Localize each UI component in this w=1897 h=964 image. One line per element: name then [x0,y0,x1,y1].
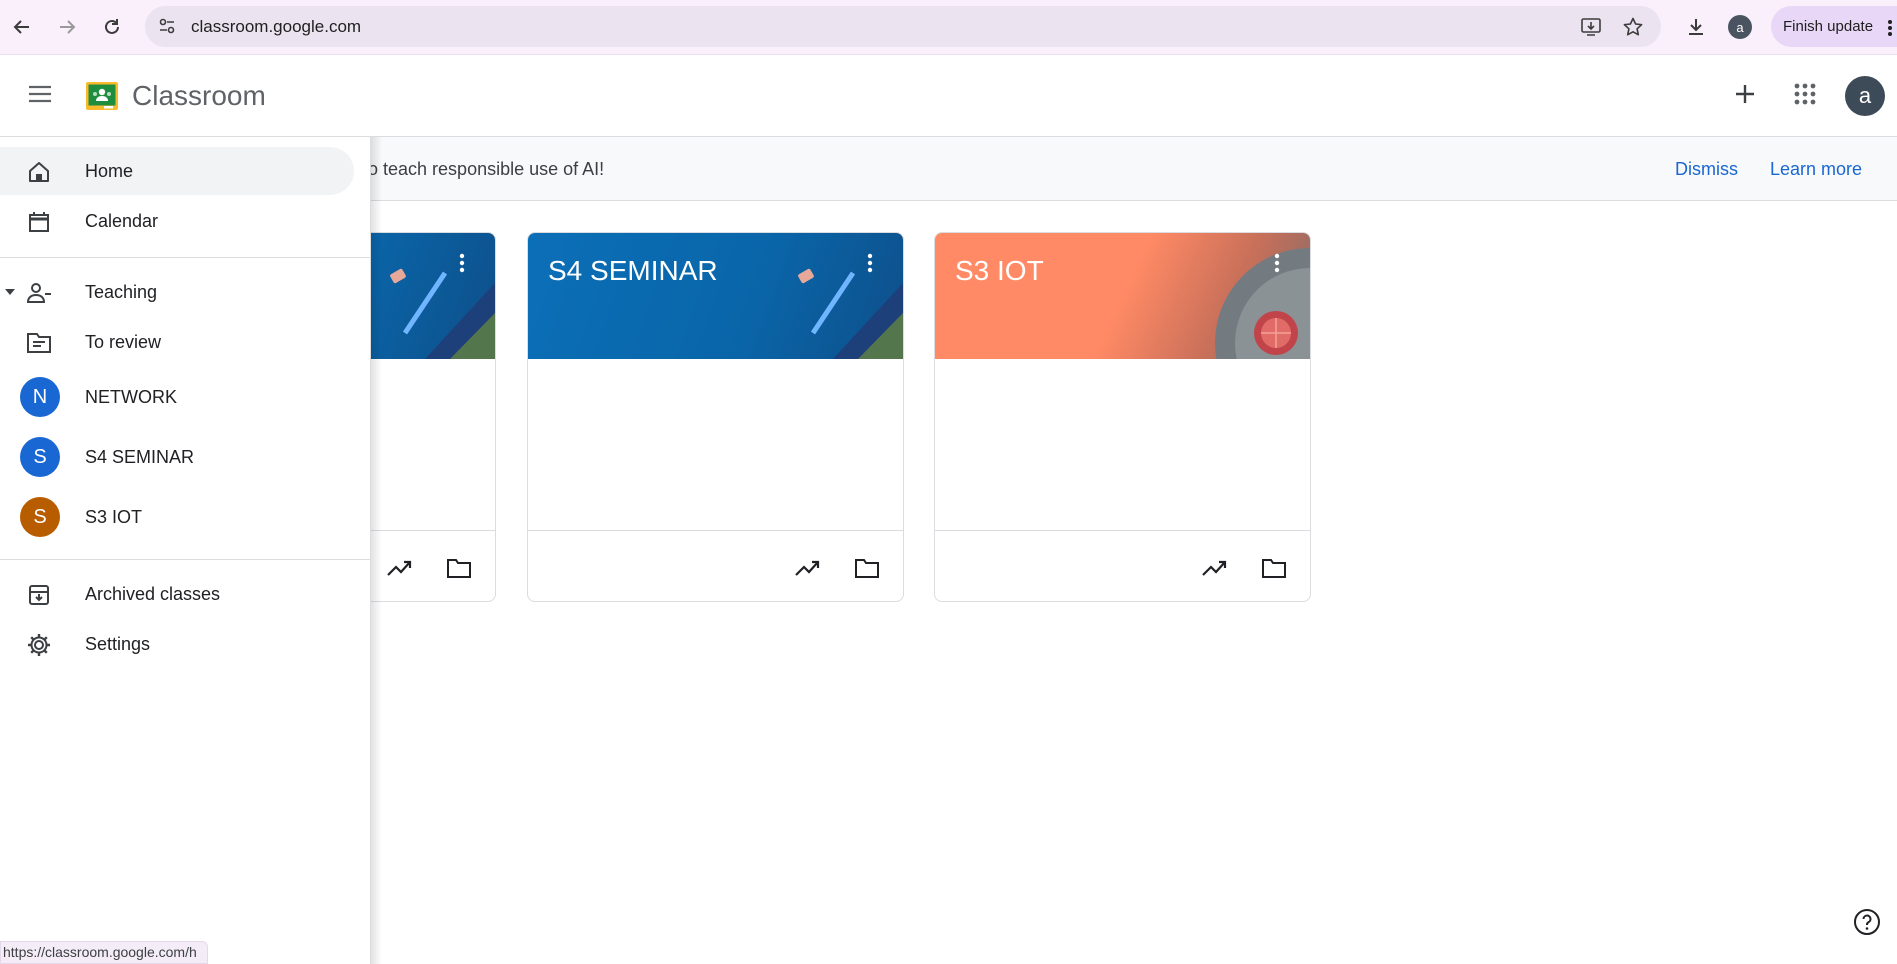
status-bar-url: https://classroom.google.com/h [0,941,208,964]
drawer-item-settings[interactable]: Settings [0,620,354,668]
card-header-image[interactable]: S4 SEMINAR [528,233,903,359]
card-more-icon[interactable] [1274,253,1280,273]
browser-menu-icon[interactable] [1887,19,1893,37]
class-card-title[interactable]: S3 IOT [955,255,1044,287]
finish-update-button[interactable]: Finish update [1771,6,1897,47]
card-more-icon[interactable] [867,253,873,273]
class-avatar: S [20,497,60,537]
learn-more-link[interactable]: Learn more [1770,159,1862,180]
drawer-item-label: Home [85,161,134,181]
gradebook-trending-icon[interactable] [793,553,823,583]
drawer-item-class-network[interactable]: N NETWORK [0,373,354,421]
address-bar[interactable]: classroom.google.com [145,6,1661,47]
forward-icon[interactable] [52,12,82,42]
drawer-item-class-s4-seminar[interactable]: S S4 SEMINAR [0,433,354,481]
card-more-icon[interactable] [459,253,465,273]
gradebook-trending-icon[interactable] [1200,553,1230,583]
teaching-people-icon [25,279,53,307]
reload-icon[interactable] [97,12,127,42]
to-review-folder-icon [25,329,53,357]
google-apps-icon[interactable] [1785,74,1825,114]
drawer-item-to-review[interactable]: To review [0,318,354,366]
class-card-title[interactable]: S4 SEMINAR [548,255,718,287]
site-info-icon[interactable] [153,12,181,40]
archive-icon [25,581,53,609]
card-header-image[interactable]: S3 IOT [935,233,1310,359]
install-app-icon[interactable] [1578,14,1604,40]
drawer-item-label: To review [85,332,162,352]
drawer-item-class-s3-iot[interactable]: S S3 IOT [0,493,354,541]
browser-profile-avatar[interactable]: a [1728,15,1752,39]
gear-icon [25,631,53,659]
drawer-shadow [370,137,382,964]
drawer-item-calendar[interactable]: Calendar [0,197,354,245]
drawer-item-home[interactable]: Home [0,147,354,195]
drawer-item-label: NETWORK [85,387,177,407]
class-card[interactable]: S3 IOT [934,232,1311,602]
drive-folder-icon[interactable] [444,553,474,583]
drawer-item-label: Settings [85,634,151,654]
drawer-item-label: Teaching [85,282,158,302]
drawer-item-label: S3 IOT [85,507,143,527]
downloads-icon[interactable] [1681,12,1711,42]
app-header: Classroom a [0,56,1897,137]
calendar-icon [25,208,53,236]
navigation-drawer: Home Calendar Teaching To review N NETWO… [0,137,371,964]
collapse-arrow-icon[interactable] [4,288,16,296]
drawer-item-teaching[interactable]: Teaching [0,268,354,316]
drawer-item-label: Calendar [85,211,159,231]
class-avatar: N [20,377,60,417]
drawer-item-label: Archived classes [85,584,221,604]
finish-update-label: Finish update [1783,18,1874,35]
account-avatar[interactable]: a [1845,76,1885,116]
app-title[interactable]: Classroom [132,80,266,112]
dismiss-button[interactable]: Dismiss [1675,159,1738,180]
browser-toolbar: classroom.google.com a Finish update [0,0,1897,55]
drawer-item-label: S4 SEMINAR [85,447,195,467]
divider [0,559,371,560]
home-icon [25,158,53,186]
back-icon[interactable] [7,12,37,42]
drive-folder-icon[interactable] [852,553,882,583]
url-text[interactable]: classroom.google.com [191,17,361,37]
classroom-logo-icon[interactable] [86,82,118,110]
gradebook-trending-icon[interactable] [385,553,415,583]
drawer-item-archived-classes[interactable]: Archived classes [0,570,354,618]
main-menu-icon[interactable] [22,76,58,112]
help-icon[interactable] [1853,908,1883,938]
card-footer [935,530,1310,601]
class-card[interactable]: S4 SEMINAR [527,232,904,602]
divider [0,257,371,258]
card-footer [528,530,903,601]
bookmark-star-icon[interactable] [1620,14,1646,40]
class-avatar: S [20,437,60,477]
drive-folder-icon[interactable] [1259,553,1289,583]
create-join-class-icon[interactable] [1725,74,1765,114]
